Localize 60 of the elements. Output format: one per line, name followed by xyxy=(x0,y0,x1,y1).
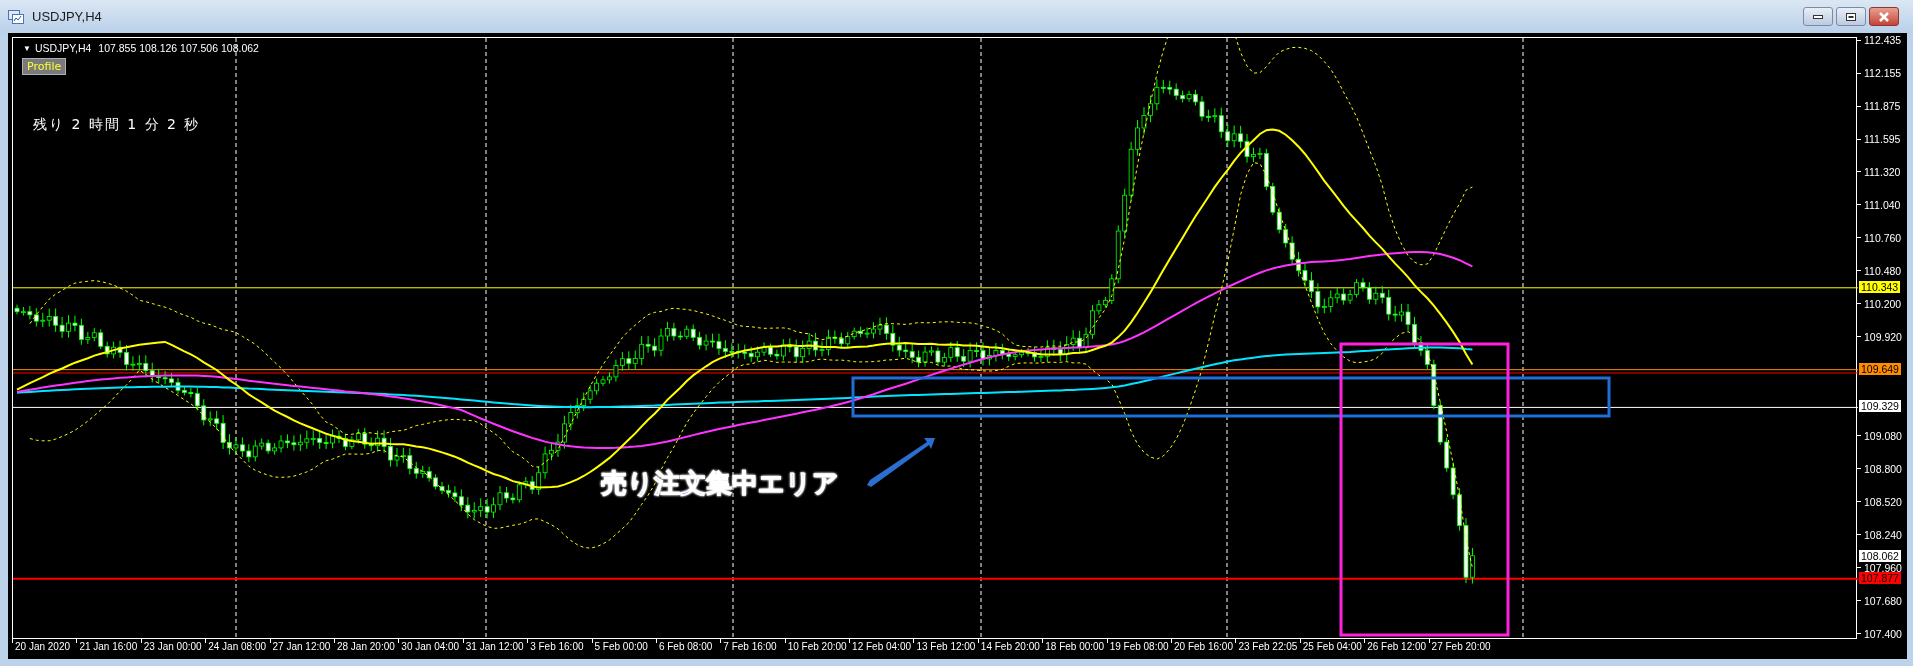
price-axis-label: 111.875 xyxy=(1864,100,1901,113)
ohlc-values: 107.855 108.126 107.506 108.062 xyxy=(98,41,259,56)
time-axis-label: 10 Feb 20:00 xyxy=(787,641,847,653)
time-axis-label: 7 Feb 16:00 xyxy=(723,641,777,653)
chart-window-icon xyxy=(8,9,24,24)
time-axis-label: 19 Feb 08:00 xyxy=(1109,641,1169,653)
arrow xyxy=(867,438,935,487)
price-axis-label: 109.080 xyxy=(1864,429,1902,442)
callout-text: 売り注文集中エリア xyxy=(601,467,839,500)
time-axis-label: 23 Jan 00:00 xyxy=(143,641,202,653)
price-marker-label: 107.877 xyxy=(1859,571,1901,584)
price-marker-label: 108.062 xyxy=(1859,549,1901,562)
chart-menu-arrow[interactable]: ▼ xyxy=(23,42,31,55)
window-title: USDJPY,H4 xyxy=(32,7,102,26)
time-axis-label: 30 Jan 04:00 xyxy=(401,641,460,653)
close-icon xyxy=(1878,11,1890,22)
time-axis-label: 31 Jan 12:00 xyxy=(465,641,524,653)
price-axis-label: 108.520 xyxy=(1864,495,1902,508)
price-axis-label: 111.595 xyxy=(1864,133,1901,146)
price-axis-label: 107.960 xyxy=(1864,561,1902,574)
minimize-button[interactable] xyxy=(1803,7,1833,26)
time-axis-label: 27 Feb 20:00 xyxy=(1431,641,1491,653)
time-axis-label: 3 Feb 16:00 xyxy=(530,641,584,653)
price-axis-label: 107.680 xyxy=(1864,594,1902,607)
price-axis-label: 110.200 xyxy=(1864,297,1902,310)
time-axis-label: 12 Feb 04:00 xyxy=(852,641,911,653)
restore-button[interactable] xyxy=(1836,7,1866,26)
price-axis-label: 110.760 xyxy=(1864,231,1902,244)
minimize-icon xyxy=(1813,14,1823,19)
time-axis-label: 13 Feb 12:00 xyxy=(916,641,976,653)
time-axis-label: 14 Feb 20:00 xyxy=(980,641,1040,653)
time-axis-label: 5 Feb 00:00 xyxy=(594,641,648,653)
price-marker-label: 109.329 xyxy=(1859,400,1901,413)
time-axis-label: 26 Feb 12:00 xyxy=(1367,641,1427,653)
time-axis-label: 21 Jan 16:00 xyxy=(79,641,138,653)
time-axis-label: 27 Jan 12:00 xyxy=(272,641,331,653)
countdown-text: 残り 2 時間 1 分 2 秒 xyxy=(33,115,201,134)
price-axis-label: 109.920 xyxy=(1864,330,1902,343)
price-axis-label: 111.320 xyxy=(1864,165,1901,178)
profile-button[interactable]: Profile xyxy=(22,58,67,75)
restore-icon xyxy=(1846,12,1856,21)
time-axis-label: 23 Feb 22:05 xyxy=(1238,641,1298,653)
price-marker-label: 109.649 xyxy=(1859,362,1901,375)
chart-symbol: USDJPY,H4 xyxy=(34,41,92,56)
time-axis-label: 24 Jan 08:00 xyxy=(208,641,266,653)
price-axis-label: 112.435 xyxy=(1864,34,1902,46)
price-axis-label: 112.155 xyxy=(1864,67,1902,80)
price-marker-label: 110.343 xyxy=(1859,280,1901,293)
time-axis-label: 6 Feb 08:00 xyxy=(658,641,713,653)
price-axis-label: 108.240 xyxy=(1864,528,1902,541)
price-axis-label: 111.040 xyxy=(1864,198,1901,211)
price-axis-label: 107.400 xyxy=(1864,627,1902,640)
time-axis-label: 18 Feb 00:00 xyxy=(1045,641,1105,653)
time-axis-label: 25 Feb 04:00 xyxy=(1302,641,1362,653)
time-axis-label: 20 Feb 16:00 xyxy=(1174,641,1233,653)
time-axis-label: 28 Jan 20:00 xyxy=(336,641,395,653)
time-axis-label: 20 Jan 2020 xyxy=(15,641,71,653)
close-button[interactable] xyxy=(1869,7,1899,26)
price-axis-label: 108.800 xyxy=(1864,462,1902,475)
price-axis-label: 110.480 xyxy=(1864,264,1902,277)
